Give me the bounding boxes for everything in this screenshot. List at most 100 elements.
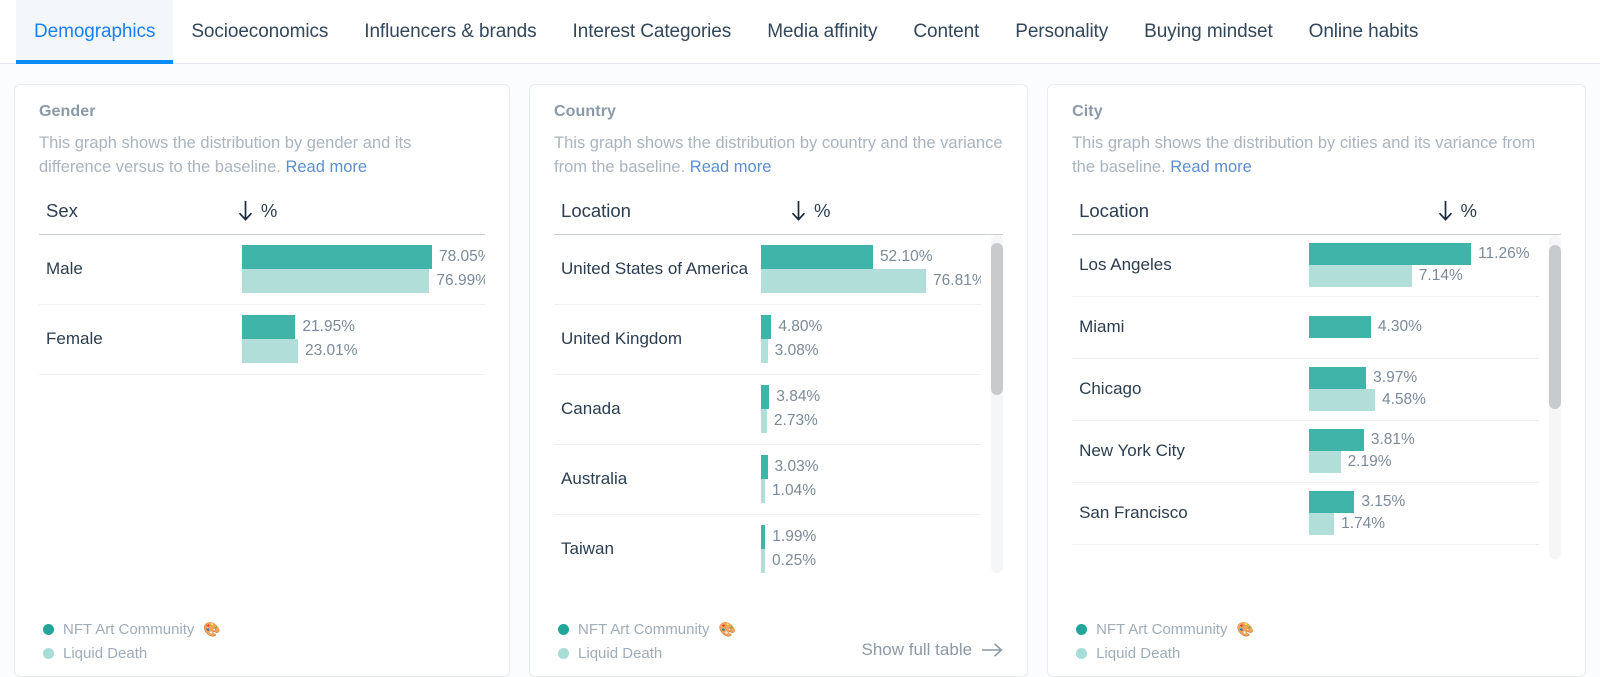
tab-demographics[interactable]: Demographics: [16, 0, 173, 64]
bar-line-primary: 52.10%: [761, 245, 981, 269]
legend-item-baseline: Liquid Death: [558, 645, 736, 662]
legend-dot-primary-icon: [1076, 624, 1087, 635]
bar-value-primary: 3.15%: [1361, 493, 1405, 511]
palette-icon: 🎨: [203, 621, 220, 638]
scrollbar-city[interactable]: [1549, 235, 1561, 559]
table-row[interactable]: Australia3.03%1.04%: [554, 445, 981, 515]
bar-primary: [1309, 316, 1371, 338]
bar-primary: [761, 525, 765, 549]
table-row[interactable]: Male78.05%76.99%: [39, 235, 485, 305]
tab-label: Socioeconomics: [191, 21, 328, 43]
table-row[interactable]: Canada3.84%2.73%: [554, 375, 981, 445]
bar-line-primary: 3.97%: [1309, 367, 1539, 389]
bar-primary: [1309, 491, 1354, 513]
tab-socioeconomics[interactable]: Socioeconomics: [173, 0, 346, 64]
rows-wrap-gender: Male78.05%76.99%Female21.95%23.01%: [39, 235, 485, 381]
bar-primary: [242, 245, 432, 269]
tab-label: Online habits: [1309, 21, 1419, 43]
read-more-link[interactable]: Read more: [1170, 158, 1252, 176]
tab-buying-mindset[interactable]: Buying mindset: [1126, 0, 1291, 64]
bar-primary: [242, 315, 295, 339]
bar-value-baseline: 76.99%: [436, 272, 485, 290]
tab-label: Influencers & brands: [364, 21, 536, 43]
read-more-link[interactable]: Read more: [690, 158, 772, 176]
scrollbar-country[interactable]: [991, 235, 1003, 573]
show-full-table-button[interactable]: Show full table: [861, 640, 1003, 662]
legend-item-primary: NFT Art Community 🎨: [1076, 621, 1254, 638]
row-label: Canada: [561, 398, 761, 421]
bar-value-baseline: 0.25%: [772, 552, 816, 570]
tab-interest-categories[interactable]: Interest Categories: [555, 0, 750, 64]
table-row[interactable]: United States of America52.10%76.81%: [554, 235, 981, 305]
row-bars: 11.26% 7.14%: [1309, 243, 1539, 287]
row-label: San Francisco: [1079, 502, 1309, 525]
palette-icon: 🎨: [718, 621, 735, 638]
tab-online-habits[interactable]: Online habits: [1291, 0, 1437, 64]
legend-city: NFT Art Community 🎨 Liquid Death: [1072, 621, 1254, 662]
tab-content[interactable]: Content: [895, 0, 997, 64]
table-row[interactable]: Female21.95%23.01%: [39, 305, 485, 375]
bar-value-primary: 3.97%: [1373, 369, 1417, 387]
bar-line-baseline: 2.73%: [761, 409, 981, 433]
bar-baseline: [1309, 513, 1334, 535]
bar-baseline: [1309, 451, 1341, 473]
bar-line-baseline: 7.14%: [1309, 265, 1539, 287]
legend-item-baseline: Liquid Death: [43, 645, 221, 662]
table-row[interactable]: Miami4.30%: [1072, 297, 1539, 359]
pct-header: %: [1461, 200, 1477, 222]
pct-header: %: [261, 200, 277, 222]
bar-line-primary: 11.26%: [1309, 243, 1539, 265]
legend-item-primary: NFT Art Community 🎨: [558, 621, 736, 638]
bar-line-baseline: 0.25%: [761, 549, 981, 573]
scrollbar-thumb[interactable]: [991, 243, 1003, 395]
legend-label-primary: NFT Art Community: [63, 621, 194, 638]
tab-label: Interest Categories: [573, 21, 732, 43]
row-label: New York City: [1079, 440, 1309, 463]
legend-dot-baseline-icon: [1076, 648, 1087, 659]
bar-value-primary: 1.99%: [772, 528, 816, 546]
scrollbar-thumb[interactable]: [1549, 245, 1561, 409]
tab-label: Buying mindset: [1144, 21, 1273, 43]
tab-personality[interactable]: Personality: [997, 0, 1126, 64]
sort-control[interactable]: %: [790, 200, 830, 222]
row-bars: 3.84%2.73%: [761, 385, 981, 433]
bar-line-primary: 78.05%: [242, 245, 485, 269]
legend-label-primary: NFT Art Community: [1096, 621, 1227, 638]
table-row[interactable]: Taiwan1.99%0.25%: [554, 515, 981, 573]
arrow-down-icon: [1437, 200, 1454, 222]
row-bars: 78.05% 76.99%: [242, 245, 485, 293]
bar-value-primary: 78.05%: [439, 248, 485, 266]
row-label: Chicago: [1079, 378, 1309, 401]
bar-primary: [1309, 429, 1364, 451]
bar-baseline: [761, 479, 765, 503]
bar-value-baseline: 3.08%: [775, 342, 819, 360]
tab-influencers-brands[interactable]: Influencers & brands: [346, 0, 554, 64]
table-header-country: Location %: [554, 200, 1003, 235]
bar-baseline: [1309, 265, 1412, 287]
bar-line-baseline: 1.74%: [1309, 513, 1539, 535]
sort-control[interactable]: %: [1437, 200, 1477, 222]
table-row[interactable]: New York City3.81%2.19%: [1072, 421, 1539, 483]
legend-dot-primary-icon: [558, 624, 569, 635]
tab-media-affinity[interactable]: Media affinity: [749, 0, 895, 64]
bar-baseline: [761, 269, 926, 293]
bar-value-baseline: 23.01%: [305, 342, 358, 360]
row-bars: 3.81%2.19%: [1309, 429, 1539, 473]
legend-dot-baseline-icon: [43, 648, 54, 659]
bar-line-primary: 21.95%: [242, 315, 485, 339]
bar-line-primary: 3.84%: [761, 385, 981, 409]
table-row[interactable]: Chicago3.97%4.58%: [1072, 359, 1539, 421]
card-footer-country: NFT Art Community 🎨 Liquid Death Show fu…: [554, 611, 1003, 662]
card-gender: Gender This graph shows the distribution…: [14, 84, 510, 677]
table-row[interactable]: San Francisco 3.15% 1.74%: [1072, 483, 1539, 545]
table-row[interactable]: Los Angeles11.26%7.14%: [1072, 235, 1539, 297]
bar-primary: [761, 385, 769, 409]
read-more-link[interactable]: Read more: [285, 158, 367, 176]
table-row[interactable]: United Kingdom4.80%3.08%: [554, 305, 981, 375]
tab-bar: Demographics Socioeconomics Influencers & …: [0, 0, 1600, 64]
bar-value-baseline: 76.81%: [933, 272, 981, 290]
bar-value-primary: 3.03%: [775, 458, 819, 476]
sort-control[interactable]: %: [237, 200, 277, 222]
bar-line-primary: 4.30%: [1309, 316, 1539, 338]
bar-value-baseline: 7.14%: [1419, 267, 1463, 285]
